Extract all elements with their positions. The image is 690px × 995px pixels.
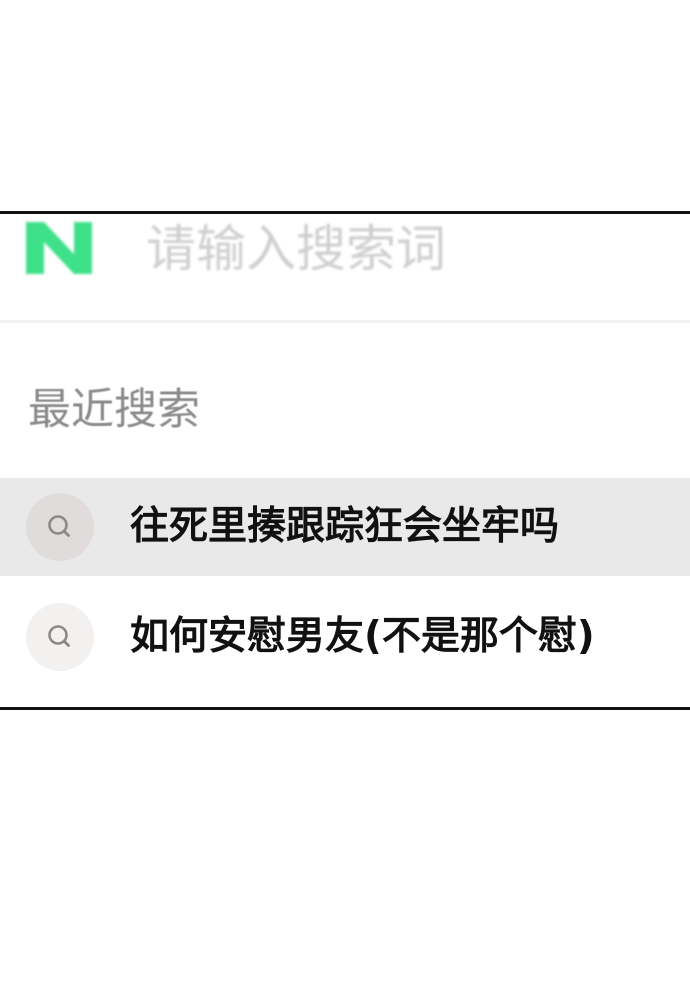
recent-search-item[interactable]: 往死里揍跟踪狂会坐牢吗 [0, 478, 690, 576]
search-panel: 最近搜索 往死里揍跟踪狂会坐牢吗 如何安慰男友(不 [0, 211, 690, 710]
n-logo-icon[interactable] [24, 220, 94, 276]
search-icon [26, 493, 94, 561]
search-bar [0, 214, 690, 323]
recent-search-item[interactable]: 如何安慰男友(不是那个慰) [0, 588, 690, 686]
recent-search-text: 往死里揍跟踪狂会坐牢吗 [130, 504, 560, 549]
recent-searches-title: 最近搜索 [28, 385, 200, 435]
page: 最近搜索 往死里揍跟踪狂会坐牢吗 如何安慰男友(不 [0, 0, 690, 995]
recent-search-list: 往死里揍跟踪狂会坐牢吗 如何安慰男友(不是那个慰) [0, 478, 690, 686]
search-input[interactable] [146, 216, 666, 282]
search-icon [26, 603, 94, 671]
recent-search-text: 如何安慰男友(不是那个慰) [130, 614, 595, 659]
